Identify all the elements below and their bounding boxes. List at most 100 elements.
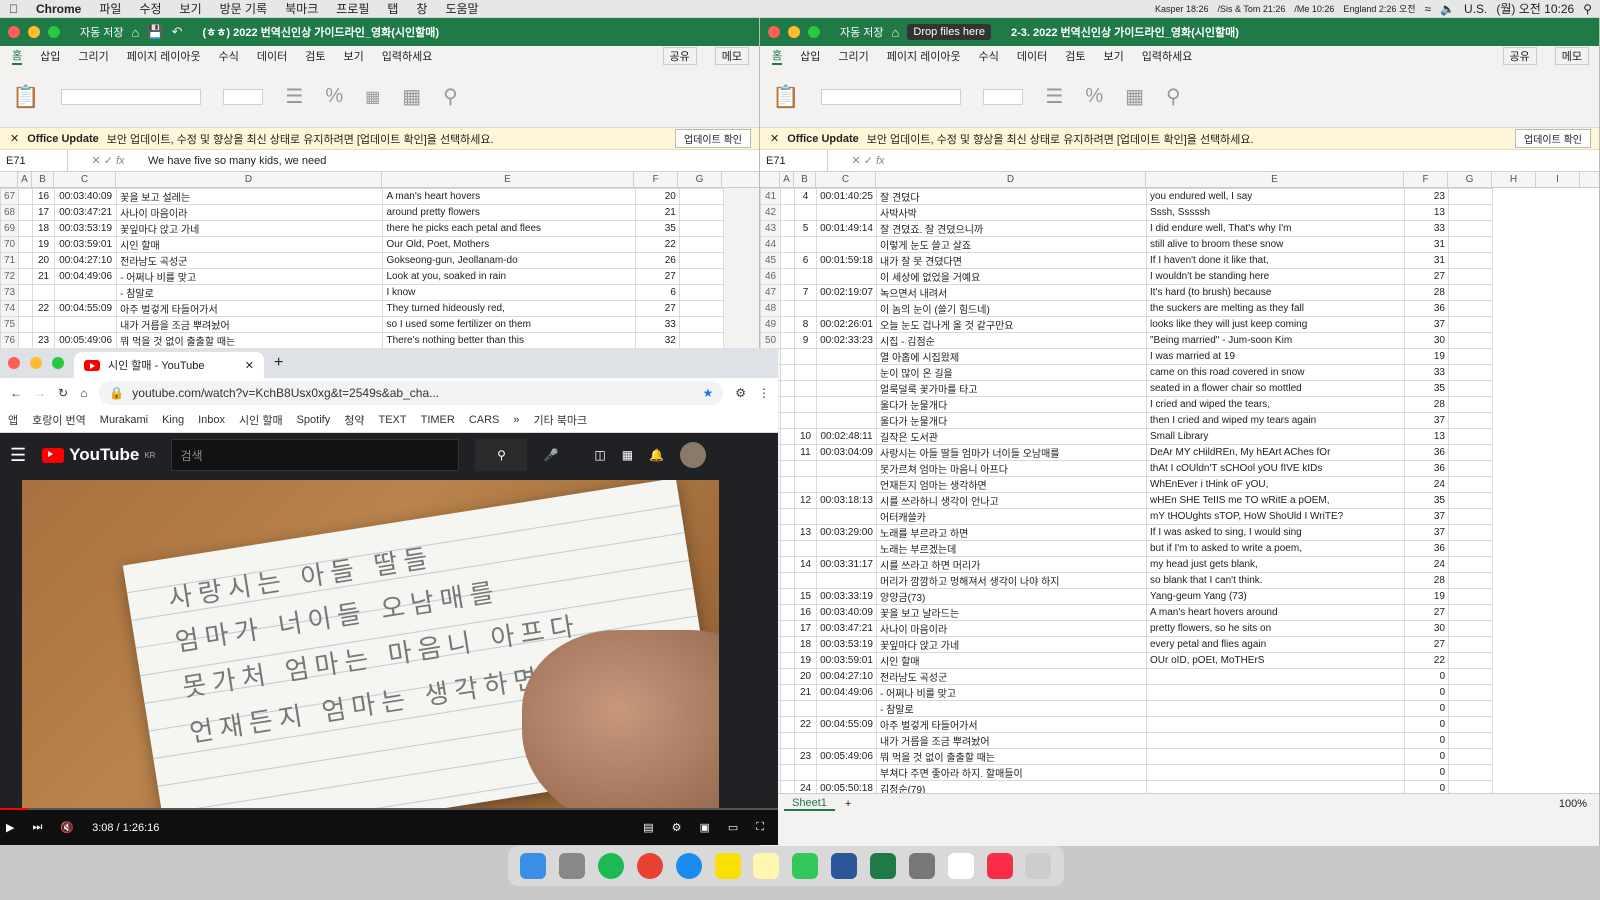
row-number[interactable]: 75 <box>0 316 20 333</box>
home-icon[interactable]: ⌂ <box>80 386 87 400</box>
cell-english[interactable]: thAt I cOUldn'T sCHOol yOU fIVE kIDs <box>1146 460 1405 477</box>
cell-empty[interactable] <box>1448 588 1493 605</box>
cell-korean[interactable]: 사랑시는 아들 딸들 엄마가 너이들 오남매를 <box>876 444 1147 461</box>
cell-english[interactable] <box>1146 748 1405 765</box>
excel-icon[interactable] <box>870 853 897 879</box>
cell-index[interactable] <box>794 348 817 365</box>
spotify-icon[interactable] <box>598 853 625 879</box>
col-c[interactable]: C <box>54 172 116 187</box>
cell-length[interactable]: 33 <box>1404 364 1449 381</box>
cell-timecode[interactable] <box>816 396 877 413</box>
cell-english[interactable]: so blank that I can't think. <box>1146 572 1405 589</box>
cell-english[interactable]: Sssh, Sssssh <box>1146 204 1405 221</box>
cell-length[interactable]: 33 <box>1404 220 1449 237</box>
cell-index[interactable]: 14 <box>794 556 817 573</box>
cell-length[interactable]: 0 <box>1404 748 1449 765</box>
chrome-icon[interactable] <box>636 853 663 879</box>
cell-timecode[interactable] <box>816 348 877 365</box>
row-number[interactable]: 41 <box>760 188 781 205</box>
bookmark-apps[interactable]: 앱 <box>8 412 18 428</box>
menu-edit[interactable]: 수정 <box>130 0 170 17</box>
new-tab-icon[interactable]: + <box>274 354 283 372</box>
cells-icon-right[interactable]: ▦ <box>1125 84 1144 109</box>
editing-icon[interactable]: ⚲ <box>443 84 458 109</box>
cell-length[interactable]: 27 <box>1404 636 1449 653</box>
cell-length[interactable]: 33 <box>634 316 680 333</box>
cell-empty[interactable] <box>1448 380 1493 397</box>
cell-empty[interactable] <box>678 204 725 221</box>
cell-korean[interactable]: - 참말로 <box>116 284 384 301</box>
cell-korean[interactable]: 뭐 먹을 것 없이 출출할 때는 <box>876 748 1147 765</box>
cell-empty[interactable] <box>678 316 725 333</box>
cell-korean[interactable]: 오늘 눈도 겁나게 올 것 같구만요 <box>876 316 1147 333</box>
cell-empty[interactable] <box>1448 204 1493 221</box>
col-d-right[interactable]: D <box>876 172 1146 187</box>
cell-index[interactable]: 4 <box>794 188 817 205</box>
cell-english[interactable]: so I used some fertilizer on them <box>382 316 636 333</box>
left-sheet-grid[interactable]: 67 16 00:03:40:09 꽃을 보고 설레는 A man's heart ho… <box>0 188 725 348</box>
microphone-icon[interactable]: 🎤 <box>543 448 558 462</box>
cell-index[interactable]: 16 <box>32 188 56 205</box>
cell-timecode[interactable]: 00:03:47:21 <box>54 204 118 221</box>
row-number[interactable]: 72 <box>0 268 20 285</box>
bookmark-murakami[interactable]: Murakami <box>100 414 148 426</box>
cell-a[interactable] <box>780 476 795 493</box>
cell-length[interactable]: 19 <box>1404 588 1449 605</box>
row-number[interactable]: 43 <box>760 220 781 237</box>
cell-index[interactable]: 11 <box>794 444 817 461</box>
settings-app-icon[interactable] <box>908 853 935 879</box>
cell-index[interactable] <box>794 268 817 285</box>
cell-empty[interactable] <box>678 268 725 285</box>
finder-icon[interactable] <box>520 853 547 879</box>
cell-korean[interactable]: - 참말로 <box>876 700 1147 717</box>
name-box-right[interactable]: E71 <box>760 150 828 171</box>
cell-a[interactable] <box>18 316 34 333</box>
cell-empty[interactable] <box>678 188 725 205</box>
zoom-level[interactable]: 100% <box>1559 798 1587 810</box>
cell-a[interactable] <box>780 508 795 525</box>
bookmark-spotify[interactable]: Spotify <box>297 414 331 426</box>
cell-english[interactable]: still alive to broom these snow <box>1146 236 1405 253</box>
cell-timecode[interactable]: 00:02:48:11 <box>816 428 877 445</box>
cell-index[interactable] <box>794 460 817 477</box>
cell-empty[interactable] <box>678 284 725 301</box>
cell-index[interactable] <box>32 316 56 333</box>
cell-timecode[interactable] <box>816 380 877 397</box>
cell-a[interactable] <box>780 412 795 429</box>
cell-a[interactable] <box>780 620 795 637</box>
cell-english[interactable]: mY tHOUghts sTOP, HoW ShoUld I WriTE? <box>1146 508 1405 525</box>
cell-index[interactable]: 13 <box>794 524 817 541</box>
home-icon[interactable]: ⌂ <box>132 25 140 40</box>
cell-empty[interactable] <box>1448 428 1493 445</box>
cell-index[interactable]: 18 <box>794 636 817 653</box>
cell-timecode[interactable] <box>816 572 877 589</box>
bookmark-timer[interactable]: TIMER <box>421 414 455 426</box>
cell-index[interactable]: 6 <box>794 252 817 269</box>
cell-length[interactable]: 19 <box>1404 348 1449 365</box>
cell-index[interactable]: 23 <box>794 748 817 765</box>
number-format-icon[interactable]: % <box>325 85 343 108</box>
cell-empty[interactable] <box>1448 620 1493 637</box>
cell-korean[interactable]: 잘 견뎠다 <box>876 188 1147 205</box>
bookmark-tiger[interactable]: 호랑이 번역 <box>32 412 86 428</box>
notes-icon[interactable] <box>753 853 780 879</box>
chrome-minimize-button[interactable] <box>30 357 42 369</box>
align-icon-right[interactable]: ☰ <box>1045 84 1063 109</box>
cell-index[interactable]: 17 <box>32 204 56 221</box>
cell-empty[interactable] <box>1448 444 1493 461</box>
cell-timecode[interactable]: 00:05:49:06 <box>54 332 118 348</box>
cell-index[interactable]: 24 <box>794 780 817 793</box>
cell-korean[interactable]: - 어쩌나 비를 맞고 <box>116 268 384 285</box>
cell-a[interactable] <box>780 700 795 717</box>
create-icon[interactable]: ◫ <box>594 448 605 462</box>
cell-english[interactable]: Our Old, Poet, Mothers <box>382 236 636 253</box>
cell-korean[interactable]: 열 아홉에 시집왔제 <box>876 348 1147 365</box>
close-tab-icon[interactable]: ✕ <box>245 359 254 372</box>
tab-formulas-right[interactable]: 수식 <box>979 48 999 64</box>
cell-empty[interactable] <box>1448 268 1493 285</box>
forward-icon[interactable]: → <box>34 386 46 400</box>
cell-timecode[interactable]: 00:01:49:14 <box>816 220 877 237</box>
cell-index[interactable]: 21 <box>32 268 56 285</box>
cell-english[interactable]: OUr oID, pOEt, MoTHErS <box>1146 652 1405 669</box>
bookmark-subscription[interactable]: 청약 <box>344 412 364 428</box>
